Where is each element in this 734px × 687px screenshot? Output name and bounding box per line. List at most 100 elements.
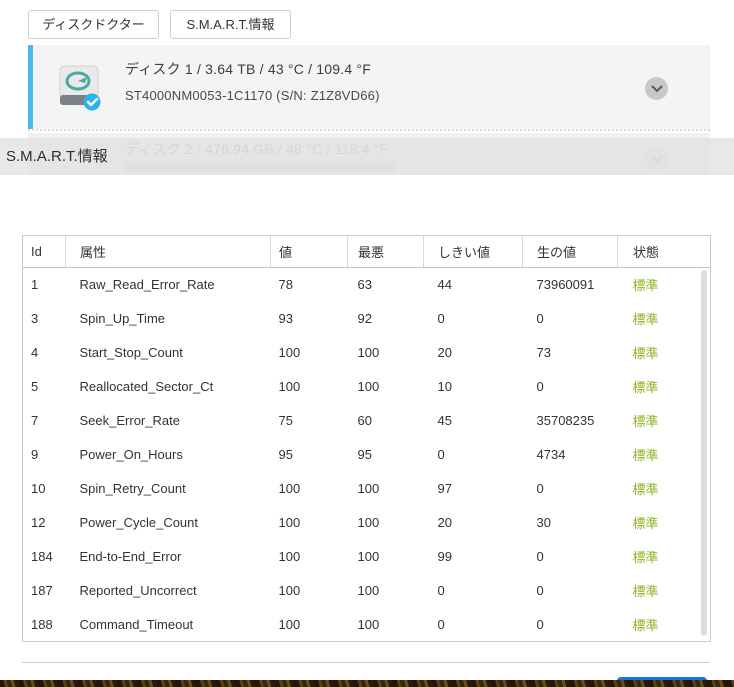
cell-threshold: 10	[437, 379, 452, 394]
cell-worst: 100	[357, 379, 380, 394]
table-row: 9 Power_On_Hours 95 95 0 4734 標準	[23, 438, 711, 472]
cell-raw: 0	[536, 311, 544, 326]
cell-raw: 73	[536, 345, 551, 360]
table-header-row: Id 属性 値 最悪 しきい値 生の値 状態	[22, 235, 711, 268]
cell-id: 12	[31, 515, 46, 530]
hard-drive-icon	[59, 65, 101, 111]
dialog-body: Id 属性 値 最悪 しきい値 生の値 状態 1 Raw_Read_Error_…	[0, 175, 734, 687]
cell-worst: 63	[357, 277, 372, 293]
smart-attributes-table: Id 属性 値 最悪 しきい値 生の値 状態 1 Raw_Read_Error_…	[22, 235, 711, 642]
cell-attribute: Spin_Up_Time	[79, 311, 166, 326]
table-row: 1 Raw_Read_Error_Rate 78 63 44 73960091 …	[23, 268, 711, 302]
disk-utility-window: ディスクドクター S.M.A.R.T.情報 ディスク 1 / 3.64 TB /…	[0, 0, 734, 687]
cell-id: 184	[31, 549, 53, 564]
cell-attribute: Start_Stop_Count	[79, 345, 183, 360]
cell-worst: 95	[357, 447, 372, 462]
cell-status: 標準	[632, 584, 659, 599]
table-row: 10 Spin_Retry_Count 100 100 97 0 標準	[23, 472, 711, 506]
cell-id: 5	[31, 379, 39, 394]
disk-row-1[interactable]: ディスク 1 / 3.64 TB / 43 °C / 109.4 °F ST40…	[28, 45, 710, 129]
cell-attribute: Power_On_Hours	[79, 447, 183, 462]
smart-table-container: Id 属性 値 最悪 しきい値 生の値 状態 1 Raw_Read_Error_…	[22, 235, 711, 642]
cell-status: 標準	[632, 448, 659, 463]
cell-value: 95	[278, 447, 293, 462]
cell-threshold: 99	[437, 549, 452, 564]
table-row: 187 Reported_Uncorrect 100 100 0 0 標準	[23, 574, 711, 608]
cell-worst: 100	[357, 616, 380, 632]
cell-attribute: Command_Timeout	[79, 616, 194, 632]
cell-status: 標準	[632, 617, 659, 633]
cell-attribute: Seek_Error_Rate	[79, 413, 180, 428]
cell-threshold: 44	[437, 277, 452, 293]
cell-value: 100	[278, 616, 301, 632]
desktop-wallpaper-strip	[0, 680, 734, 687]
cell-status: 標準	[632, 346, 659, 361]
cell-id: 7	[31, 413, 39, 428]
cell-raw: 73960091	[536, 277, 595, 293]
cell-worst: 100	[357, 481, 380, 496]
header-threshold: しきい値	[423, 235, 523, 268]
cell-attribute: Spin_Retry_Count	[79, 481, 186, 496]
cell-value: 100	[278, 379, 301, 394]
cell-attribute: End-to-End_Error	[79, 549, 182, 564]
table-row: 7 Seek_Error_Rate 75 60 45 35708235 標準	[23, 404, 711, 438]
cell-status: 標準	[632, 550, 659, 565]
cell-raw: 4734	[536, 447, 566, 462]
header-worst: 最悪	[347, 235, 424, 268]
cell-worst: 100	[357, 583, 380, 598]
cell-raw: 0	[536, 583, 544, 598]
cell-raw: 0	[536, 549, 544, 564]
cell-value: 78	[278, 277, 293, 293]
cell-threshold: 0	[437, 616, 445, 632]
cell-raw: 0	[536, 481, 544, 496]
cell-id: 187	[31, 583, 53, 598]
cell-threshold: 0	[437, 311, 445, 326]
disk1-expand-button[interactable]	[645, 77, 668, 100]
cell-raw: 30	[536, 515, 551, 530]
cell-status: 標準	[632, 516, 659, 531]
cell-value: 100	[278, 345, 301, 360]
cell-id: 188	[31, 616, 53, 632]
tab-disk-doctor[interactable]: ディスクドクター	[28, 10, 159, 39]
cell-raw: 35708235	[536, 413, 595, 428]
table-row: 5 Reallocated_Sector_Ct 100 100 10 0 標準	[23, 370, 711, 404]
header-value: 値	[270, 235, 348, 268]
cell-worst: 92	[357, 311, 372, 326]
cell-worst: 100	[357, 549, 380, 564]
cell-id: 4	[31, 345, 39, 360]
cell-raw: 0	[536, 616, 544, 632]
selected-accent-bar	[28, 45, 33, 129]
cell-raw: 0	[536, 379, 544, 394]
footer-divider	[22, 662, 710, 663]
table-row: 4 Start_Stop_Count 100 100 20 73 標準	[23, 336, 711, 370]
header-attribute: 属性	[65, 235, 271, 268]
table-scrollbar-thumb[interactable]	[701, 270, 707, 636]
header-status: 状態	[617, 235, 711, 268]
table-row: 3 Spin_Up_Time 93 92 0 0 標準	[23, 302, 711, 336]
cell-attribute: Power_Cycle_Count	[79, 515, 199, 530]
tab-smart-info[interactable]: S.M.A.R.T.情報	[170, 10, 291, 39]
cell-status: 標準	[632, 380, 659, 395]
cell-status: 標準	[632, 414, 659, 429]
disk-row-separator	[28, 129, 710, 131]
cell-id: 10	[31, 481, 46, 496]
cell-value: 100	[278, 481, 301, 496]
cell-worst: 60	[357, 413, 372, 428]
header-id: Id	[22, 235, 66, 268]
table-row: 12 Power_Cycle_Count 100 100 20 30 標準	[23, 506, 711, 540]
cell-id: 3	[31, 311, 39, 326]
smart-info-dialog: S.M.A.R.T.情報 Id 属性 値 最悪 しきい値 生の値 状態 1 Ra…	[0, 138, 734, 687]
cell-threshold: 45	[437, 413, 452, 428]
cell-value: 93	[278, 311, 293, 326]
cell-threshold: 0	[437, 583, 445, 598]
cell-id: 1	[31, 277, 39, 293]
cell-threshold: 20	[437, 515, 452, 530]
cell-value: 100	[278, 515, 301, 530]
cell-attribute: Reported_Uncorrect	[79, 583, 197, 598]
table-row: 184 End-to-End_Error 100 100 99 0 標準	[23, 540, 711, 574]
cell-worst: 100	[357, 345, 380, 360]
cell-id: 9	[31, 447, 39, 462]
cell-threshold: 97	[437, 481, 452, 496]
chevron-down-icon	[651, 85, 662, 92]
cell-attribute: Raw_Read_Error_Rate	[79, 277, 215, 293]
